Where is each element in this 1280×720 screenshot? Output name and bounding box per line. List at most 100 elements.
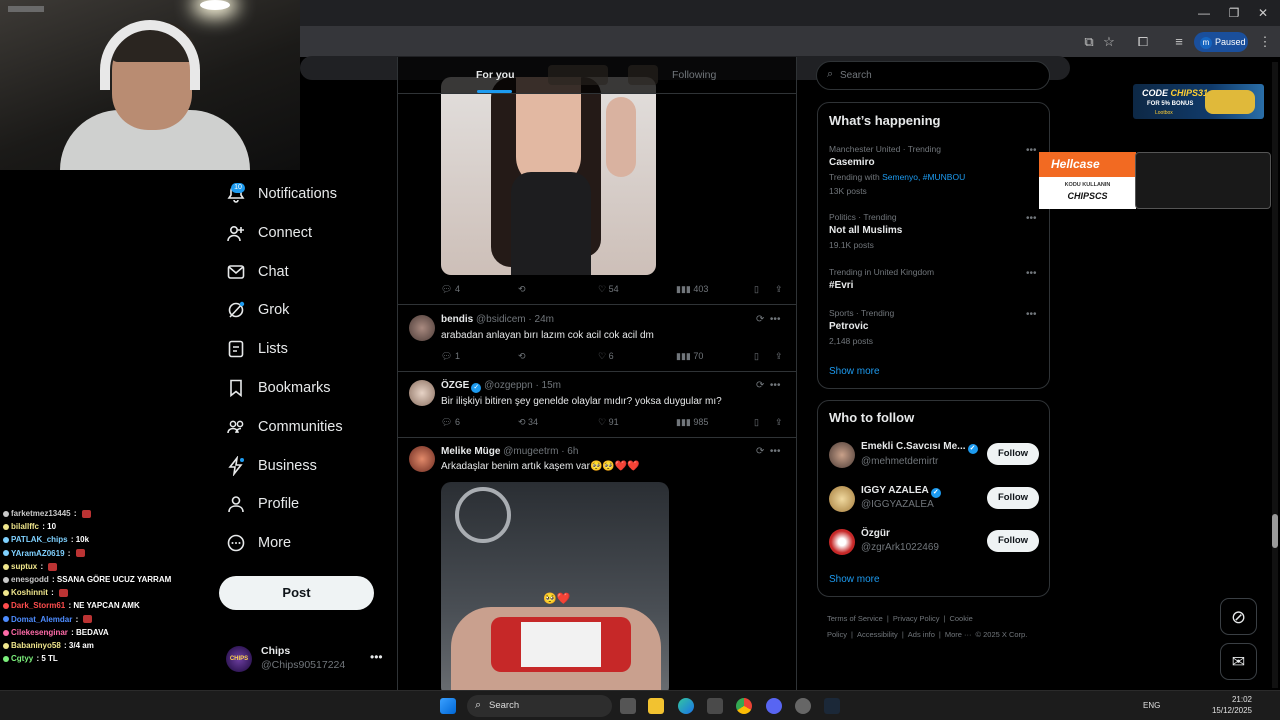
grok-icon[interactable]: ⊘: [1220, 598, 1257, 635]
like-button[interactable]: ♡ 91: [598, 417, 619, 428]
tab-for-you[interactable]: For you: [476, 69, 515, 81]
trend-item[interactable]: Petrovic: [829, 321, 868, 332]
emote-icon: [48, 562, 58, 571]
edge-icon[interactable]: [678, 698, 694, 714]
tweet-image[interactable]: [441, 77, 656, 275]
sidebar-item-chat[interactable]: Chat: [226, 257, 289, 287]
sidebar-item-connect[interactable]: Connect: [226, 218, 312, 248]
views-icon[interactable]: ▮▮▮ 403: [676, 284, 708, 295]
avatar[interactable]: [829, 442, 855, 468]
extensions-icon[interactable]: ⧠: [1134, 33, 1152, 51]
tweet-header: bendis @bsidicem · 24m: [441, 314, 554, 325]
discord-icon[interactable]: [766, 698, 782, 714]
avatar[interactable]: [829, 486, 855, 512]
share-icon[interactable]: ⇪: [775, 417, 783, 428]
sidebar-item-more[interactable]: More: [226, 528, 291, 558]
bookmark-icon[interactable]: ▯: [754, 417, 759, 428]
trend-more-icon[interactable]: •••: [1026, 213, 1037, 224]
footer-link[interactable]: More ···: [945, 630, 972, 639]
avatar[interactable]: [829, 529, 855, 555]
reply-button[interactable]: 💬︎ 1: [441, 351, 460, 362]
sidebar-item-bookmarks[interactable]: Bookmarks: [226, 373, 331, 403]
chat-message: YAramAZ0619 :: [3, 549, 203, 562]
minimize-icon[interactable]: —: [1196, 5, 1212, 21]
account-handle[interactable]: @Chips90517224: [261, 659, 345, 671]
grok-more-tools[interactable]: ⟳ •••: [756, 314, 780, 325]
views-icon[interactable]: ▮▮▮ 985: [676, 417, 708, 428]
taskbar-search[interactable]: ⌕ Search: [467, 695, 612, 717]
like-button[interactable]: ♡ 54: [598, 284, 619, 295]
follow-button[interactable]: Follow: [987, 443, 1039, 465]
footer-link[interactable]: Ads info: [908, 630, 935, 639]
install-app-icon[interactable]: ⧉: [1080, 33, 1098, 51]
bookmark-icon[interactable]: ▯: [754, 284, 759, 295]
badge-icon: [3, 590, 9, 597]
chrome-icon[interactable]: [736, 698, 752, 714]
close-icon[interactable]: ✕: [1255, 5, 1271, 21]
tweet-image[interactable]: 🥺❤️: [441, 482, 669, 690]
grok-more-tools[interactable]: ⟳ •••: [756, 446, 780, 457]
show-more-link[interactable]: Show more: [829, 574, 880, 585]
show-more-link[interactable]: Show more: [829, 366, 880, 377]
trend-item[interactable]: Not all Muslims: [829, 225, 902, 236]
tweet-text: Bir ilişkiyi bitiren şey genelde olaylar…: [441, 396, 722, 407]
views-icon[interactable]: ▮▮▮ 70: [676, 351, 703, 362]
trend-more-icon[interactable]: •••: [1026, 309, 1037, 320]
bookmark-star-icon[interactable]: ☆: [1100, 33, 1118, 51]
file-explorer-icon[interactable]: [648, 698, 664, 714]
taskbar: ⌕ Search ENG 21:02 15/12/2025: [0, 690, 1280, 720]
avatar[interactable]: [409, 446, 435, 472]
app-icon[interactable]: [795, 698, 811, 714]
reply-button[interactable]: 💬︎ 4: [441, 284, 460, 295]
menu-kebab-icon[interactable]: ⋮: [1256, 33, 1274, 51]
sidebar-item-label: More: [258, 535, 292, 552]
sidebar-item-business[interactable]: Business: [226, 451, 317, 481]
footer-link[interactable]: Privacy Policy: [893, 614, 940, 623]
retweet-button[interactable]: ⟲ 34: [518, 417, 538, 428]
task-view-icon[interactable]: [620, 698, 636, 714]
restore-icon[interactable]: ❐: [1226, 5, 1242, 21]
footer-link[interactable]: © 2025 X Corp.: [976, 630, 1028, 639]
reading-list-icon[interactable]: ≡: [1170, 33, 1188, 51]
follow-suggestion-name[interactable]: IGGY AZALEA ✓: [861, 485, 941, 498]
avatar[interactable]: CHIPS: [226, 646, 252, 672]
avatar[interactable]: [409, 315, 435, 341]
footer-link[interactable]: Accessibility: [857, 630, 898, 639]
trend-more-icon[interactable]: •••: [1026, 268, 1037, 279]
like-button[interactable]: ♡ 6: [598, 351, 614, 362]
retweet-button[interactable]: ⟲: [518, 284, 526, 295]
trend-item[interactable]: Casemiro: [829, 157, 875, 168]
follow-button[interactable]: Follow: [987, 530, 1039, 552]
bookmark-icon[interactable]: ▯: [754, 351, 759, 362]
retweet-button[interactable]: ⟲: [518, 351, 526, 362]
messages-icon[interactable]: ✉: [1220, 643, 1257, 680]
account-name[interactable]: Chips: [261, 645, 290, 657]
footer-link[interactable]: Terms of Service: [827, 614, 883, 623]
sidebar-item-label: Grok: [258, 302, 290, 319]
follow-button[interactable]: Follow: [987, 487, 1039, 509]
search-input[interactable]: ⌕ Search: [816, 61, 1050, 90]
trend-item[interactable]: #Evri: [829, 280, 853, 291]
language-indicator[interactable]: ENG: [1143, 701, 1160, 710]
scrollbar[interactable]: [1272, 62, 1278, 688]
grok-more-tools[interactable]: ⟳ •••: [756, 380, 780, 391]
share-icon[interactable]: ⇪: [775, 284, 783, 295]
avatar[interactable]: [409, 380, 435, 406]
post-button[interactable]: Post: [219, 576, 374, 610]
trend-more-icon[interactable]: •••: [1026, 145, 1037, 156]
reply-button[interactable]: 💬︎ 6: [441, 417, 460, 428]
clock[interactable]: 21:02 15/12/2025: [1200, 694, 1252, 716]
store-icon[interactable]: [707, 698, 723, 714]
windows-start-icon[interactable]: [440, 698, 456, 714]
sidebar-item-communities[interactable]: Communities: [226, 412, 343, 442]
sidebar-item-lists[interactable]: Lists: [226, 334, 288, 364]
share-icon[interactable]: ⇪: [775, 351, 783, 362]
follow-suggestion-name[interactable]: Emekli C.Savcısı Me... ✓: [861, 441, 978, 454]
tab-following[interactable]: Following: [672, 69, 716, 81]
more-icon[interactable]: •••: [370, 650, 383, 664]
steam-icon[interactable]: [824, 698, 840, 714]
sidebar-item-grok[interactable]: Grok: [226, 295, 289, 325]
profile-button[interactable]: m Paused: [1194, 32, 1248, 52]
follow-suggestion-name[interactable]: Özgür: [861, 528, 890, 539]
sidebar-item-profile[interactable]: Profile: [226, 489, 299, 519]
